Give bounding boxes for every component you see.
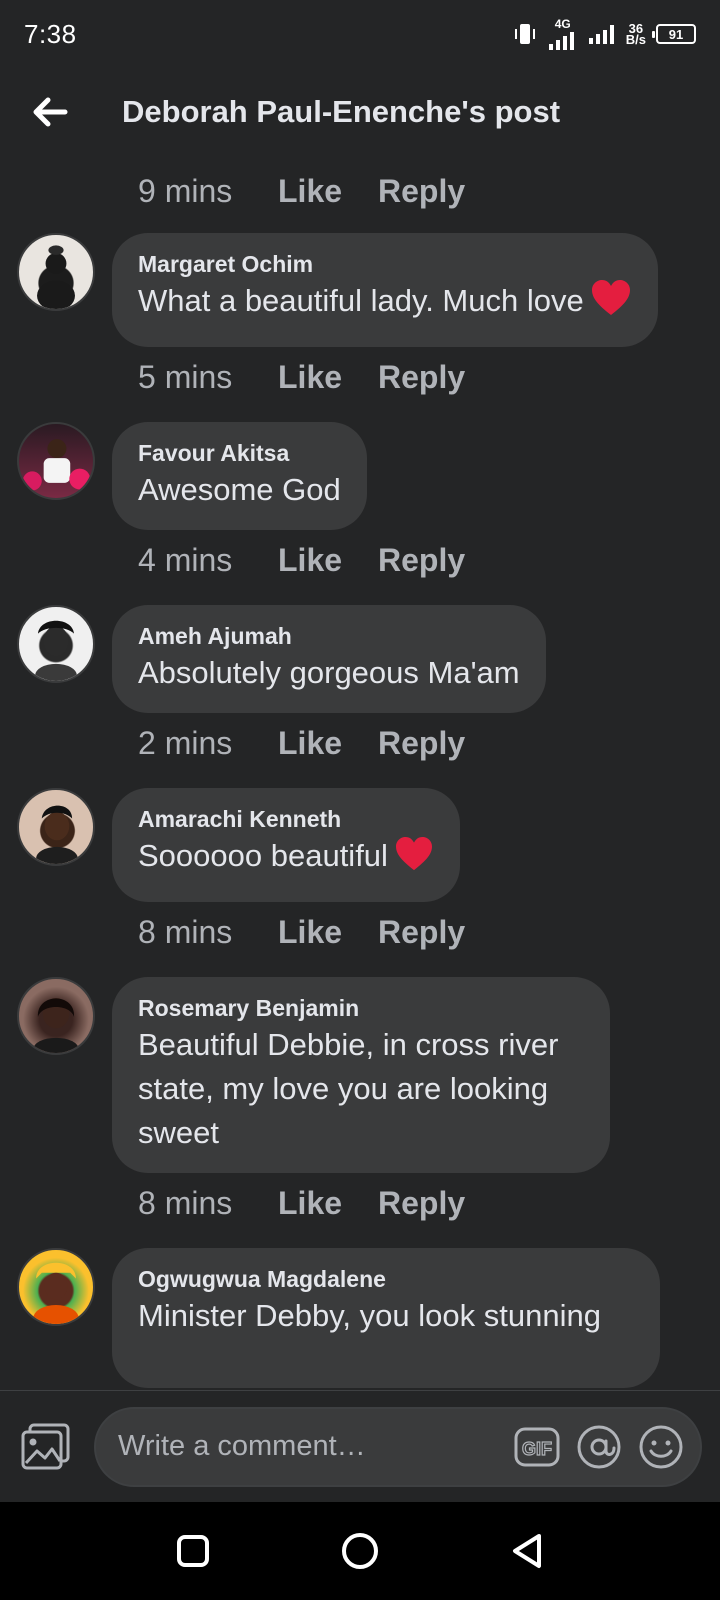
vibrate-icon bbox=[512, 21, 538, 47]
comment-bubble[interactable]: Margaret Ochim What a beautiful lady. Mu… bbox=[112, 233, 658, 347]
comment-author[interactable]: Favour Akitsa bbox=[138, 438, 341, 468]
status-bar: 7:38 4G 36 B/s 91 bbox=[0, 0, 720, 68]
avatar[interactable] bbox=[17, 605, 95, 683]
comment-time: 8 mins bbox=[138, 1184, 233, 1221]
comment-input-wrapper: GIF bbox=[94, 1406, 702, 1487]
avatar[interactable] bbox=[17, 788, 95, 866]
system-back-button[interactable] bbox=[497, 1521, 557, 1581]
circle-icon bbox=[341, 1533, 378, 1569]
comment-bubble[interactable]: Ogwugwua Magdalene Minister Debby, you l… bbox=[112, 1248, 660, 1388]
comment-text-content: What a beautiful lady. Much love bbox=[138, 283, 584, 318]
battery-icon: 91 bbox=[652, 24, 696, 44]
avatar[interactable] bbox=[17, 1248, 95, 1326]
emoji-button[interactable] bbox=[636, 1422, 686, 1472]
heart-emoji-icon bbox=[590, 279, 632, 329]
photo-button[interactable] bbox=[20, 1421, 72, 1473]
avatar[interactable] bbox=[17, 233, 95, 311]
comment-text: Soooooo beautiful bbox=[138, 834, 434, 884]
comment-item: Ogwugwua Magdalene Minister Debby, you l… bbox=[0, 1248, 720, 1388]
comment-item: Favour Akitsa Awesome God bbox=[0, 422, 720, 530]
gif-button[interactable]: GIF bbox=[512, 1422, 562, 1472]
status-time: 7:38 bbox=[24, 18, 77, 49]
comment-item: Ameh Ajumah Absolutely gorgeous Ma'am bbox=[0, 605, 720, 713]
cell-signal-1: 4G bbox=[548, 16, 578, 50]
battery-level: 91 bbox=[668, 26, 684, 42]
comment-text: Awesome God bbox=[138, 472, 341, 507]
gif-label: GIF bbox=[522, 1439, 552, 1459]
comment-bubble[interactable]: Amarachi Kenneth Soooooo beautiful bbox=[112, 788, 460, 902]
square-icon bbox=[177, 1535, 210, 1567]
comment-bubble[interactable]: Favour Akitsa Awesome God bbox=[112, 422, 367, 530]
comment-author[interactable]: Margaret Ochim bbox=[138, 249, 632, 279]
like-button[interactable]: Like bbox=[278, 542, 378, 579]
signal-bars-icon bbox=[548, 31, 574, 50]
avatar[interactable] bbox=[17, 422, 95, 500]
screen: 7:38 4G 36 B/s 91 Deborah Paul-Enenche's… bbox=[0, 0, 720, 1600]
reply-button[interactable]: Reply bbox=[378, 725, 465, 762]
photo-icon bbox=[21, 1423, 70, 1469]
reply-button[interactable]: Reply bbox=[378, 914, 465, 951]
comment-text: What a beautiful lady. Much love bbox=[138, 279, 632, 329]
comment-author[interactable]: Ameh Ajumah bbox=[138, 621, 520, 651]
comment-item: Margaret Ochim What a beautiful lady. Mu… bbox=[0, 233, 720, 347]
comment-meta-row: 8 mins Like Reply bbox=[0, 1173, 720, 1233]
status-icons: 4G 36 B/s 91 bbox=[512, 16, 696, 50]
comment-meta-row: 5 mins Like Reply bbox=[0, 347, 720, 407]
header: Deborah Paul-Enenche's post bbox=[0, 70, 720, 154]
comment-feed[interactable]: 9 mins Like Reply Margaret Ochim What a … bbox=[0, 164, 720, 1390]
back-button[interactable] bbox=[0, 70, 100, 154]
page-title: Deborah Paul-Enenche's post bbox=[122, 94, 561, 129]
heart-emoji-icon bbox=[394, 836, 434, 884]
comment-author[interactable]: Amarachi Kenneth bbox=[138, 804, 434, 834]
comment-time: 5 mins bbox=[138, 358, 233, 395]
comment-text: Absolutely gorgeous Ma'am bbox=[138, 655, 520, 690]
arrow-left-icon bbox=[33, 97, 68, 127]
comment-text-content: Soooooo beautiful bbox=[138, 838, 388, 873]
avatar[interactable] bbox=[17, 977, 95, 1055]
system-nav-bar bbox=[0, 1502, 720, 1600]
comment-time: 4 mins bbox=[138, 541, 233, 578]
comment-item: Amarachi Kenneth Soooooo beautiful bbox=[0, 788, 720, 902]
like-button[interactable]: Like bbox=[278, 1185, 378, 1222]
triangle-back-icon bbox=[512, 1534, 541, 1568]
at-icon bbox=[577, 1425, 621, 1468]
comment-time: 2 mins bbox=[138, 724, 233, 761]
network-type: 4G bbox=[554, 16, 571, 31]
comment-author[interactable]: Ogwugwua Magdalene bbox=[138, 1264, 634, 1294]
data-speed-unit: B/s bbox=[625, 32, 646, 47]
emoji-icon bbox=[639, 1425, 683, 1468]
like-button[interactable]: Like bbox=[278, 914, 378, 951]
comment-text: Minister Debby, you look stunning bbox=[138, 1298, 601, 1333]
comment-item: Rosemary Benjamin Beautiful Debbie, in c… bbox=[0, 977, 720, 1173]
comment-meta-row: 2 mins Like Reply bbox=[0, 713, 720, 773]
comment-time: 9 mins bbox=[138, 172, 233, 209]
comment-bubble[interactable]: Rosemary Benjamin Beautiful Debbie, in c… bbox=[112, 977, 610, 1173]
gif-icon: GIF bbox=[514, 1427, 560, 1466]
comment-text: Beautiful Debbie, in cross river state, … bbox=[138, 1027, 559, 1150]
home-button[interactable] bbox=[330, 1521, 390, 1581]
comment-bubble[interactable]: Ameh Ajumah Absolutely gorgeous Ma'am bbox=[112, 605, 546, 713]
like-button[interactable]: Like bbox=[278, 725, 378, 762]
comment-input[interactable] bbox=[118, 1430, 500, 1463]
reply-button[interactable]: Reply bbox=[378, 1185, 465, 1222]
mention-button[interactable] bbox=[574, 1422, 624, 1472]
like-button[interactable]: Like bbox=[278, 173, 378, 210]
comment-time: 8 mins bbox=[138, 913, 233, 950]
comment-meta-row: 8 mins Like Reply bbox=[0, 902, 720, 962]
comment-meta-row: 4 mins Like Reply bbox=[0, 530, 720, 590]
recents-button[interactable] bbox=[163, 1521, 223, 1581]
comment-meta-row: 9 mins Like Reply bbox=[0, 164, 720, 218]
data-speed: 36 B/s bbox=[625, 22, 646, 47]
reply-button[interactable]: Reply bbox=[378, 173, 465, 210]
signal-bars-icon bbox=[588, 23, 616, 45]
comment-author[interactable]: Rosemary Benjamin bbox=[138, 993, 584, 1023]
reply-button[interactable]: Reply bbox=[378, 542, 465, 579]
comment-composer: GIF bbox=[0, 1390, 720, 1502]
like-button[interactable]: Like bbox=[278, 359, 378, 396]
reply-button[interactable]: Reply bbox=[378, 359, 465, 396]
